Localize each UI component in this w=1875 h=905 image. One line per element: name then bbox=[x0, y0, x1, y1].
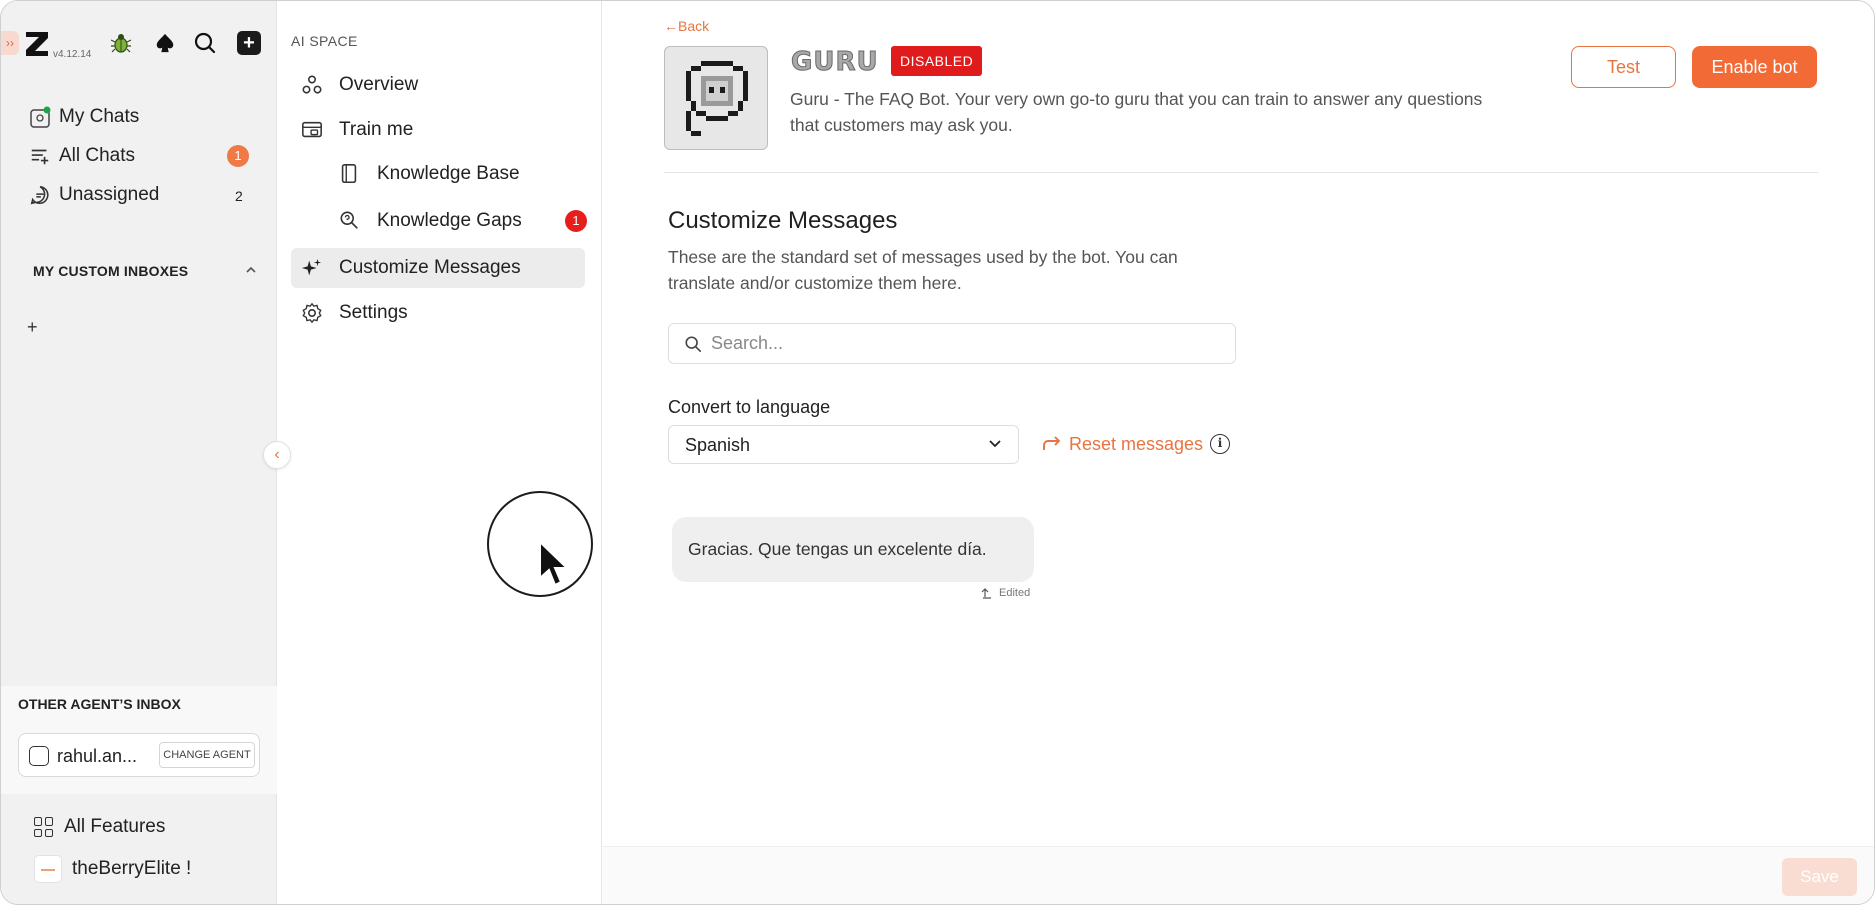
plus-icon: + bbox=[237, 31, 261, 55]
subnav-item-settings[interactable]: Settings bbox=[291, 293, 585, 333]
other-agent-inbox-title: OTHER AGENT’S INBOX bbox=[18, 696, 181, 712]
all-features-label: All Features bbox=[64, 816, 166, 837]
organization-switcher[interactable]: theBerryElite ! bbox=[34, 855, 191, 883]
agent-avatar bbox=[29, 746, 49, 766]
org-name: theBerryElite ! bbox=[72, 858, 192, 879]
my-chats-icon bbox=[29, 106, 55, 128]
cursor-highlight bbox=[487, 491, 593, 597]
enable-bot-button[interactable]: Enable bot bbox=[1692, 46, 1817, 88]
subnav-item-label: Knowledge Base bbox=[377, 163, 520, 184]
expand-sidebar-button[interactable]: ›› bbox=[1, 31, 19, 55]
language-label: Convert to language bbox=[668, 397, 831, 417]
overview-icon bbox=[301, 74, 323, 96]
bug-icon[interactable] bbox=[105, 27, 137, 59]
subnav-item-knowledge-gaps[interactable]: Knowledge Gaps 1 bbox=[291, 201, 587, 241]
new-chat-button[interactable]: + bbox=[233, 27, 265, 59]
collapse-sidebar-button[interactable]: ‹ bbox=[263, 441, 291, 469]
other-agent-inbox-panel: OTHER AGENT’S INBOX rahul.an... CHANGE A… bbox=[1, 686, 277, 794]
bot-description: Guru - The FAQ Bot. Your very own go-to … bbox=[790, 89, 1483, 135]
app-version: v4.12.14 bbox=[53, 49, 92, 60]
ai-space-nav: AI SPACE Overview Train me Knowledge Bas… bbox=[277, 1, 602, 904]
message-bubble[interactable]: Gracias. Que tengas un excelente día. bbox=[672, 517, 1034, 582]
change-agent-button[interactable]: CHANGE AGENT bbox=[159, 742, 255, 768]
subnav-item-label: Knowledge Gaps bbox=[377, 210, 522, 231]
search-icon bbox=[685, 336, 702, 353]
mouse-pointer-icon bbox=[539, 540, 570, 587]
test-button[interactable]: Test bbox=[1571, 46, 1676, 88]
search-icon[interactable] bbox=[189, 27, 221, 59]
edited-status: Edited bbox=[981, 587, 1030, 599]
gaps-icon bbox=[339, 210, 361, 232]
knowledge-gaps-badge: 1 bbox=[565, 210, 587, 232]
sidebar-item-all-chats[interactable]: All Chats bbox=[29, 141, 135, 171]
subnav-item-label: Settings bbox=[339, 302, 408, 323]
sidebar-item-my-chats[interactable]: My Chats bbox=[29, 102, 139, 132]
search-input[interactable] bbox=[711, 324, 1221, 363]
subnav-item-train-me[interactable]: Train me bbox=[291, 110, 585, 150]
edited-arrow-icon bbox=[981, 588, 991, 599]
all-features-link[interactable]: All Features bbox=[34, 813, 165, 841]
search-field bbox=[668, 323, 1236, 364]
subnav-item-overview[interactable]: Overview bbox=[291, 65, 585, 105]
gear-icon bbox=[301, 302, 323, 324]
chevron-down-icon bbox=[989, 440, 1001, 448]
info-icon[interactable]: i bbox=[1210, 434, 1231, 454]
app-window: ›› v4.12.14 + My Chats All Chats 1 Unass… bbox=[0, 0, 1875, 905]
filter-list-icon bbox=[29, 145, 55, 167]
book-icon bbox=[339, 163, 361, 185]
sidebar-item-label: Unassigned bbox=[59, 184, 160, 205]
agent-card: rahul.an... CHANGE AGENT bbox=[18, 733, 260, 777]
reset-messages-label: Reset messages bbox=[1069, 433, 1204, 454]
org-avatar bbox=[34, 855, 62, 883]
reset-messages-button[interactable]: Reset messages i bbox=[1041, 431, 1231, 457]
main-sidebar: ›› v4.12.14 + My Chats All Chats 1 Unass… bbox=[1, 1, 277, 904]
unassigned-count: 2 bbox=[235, 188, 243, 204]
unassigned-chat-icon bbox=[29, 184, 55, 206]
page-title: Customize Messages bbox=[668, 207, 898, 234]
subnav-item-label: Train me bbox=[339, 119, 414, 140]
sparkle-icon bbox=[301, 257, 323, 279]
subnav-item-label: Customize Messages bbox=[339, 257, 521, 278]
back-link[interactable]: ←Back bbox=[664, 18, 709, 34]
sidebar-item-label: My Chats bbox=[59, 106, 140, 127]
subnav-item-knowledge-base[interactable]: Knowledge Base bbox=[291, 154, 585, 194]
edited-label: Edited bbox=[999, 587, 1031, 599]
sidebar-item-unassigned[interactable]: Unassigned bbox=[29, 180, 159, 210]
sidebar-item-label: All Chats bbox=[59, 145, 136, 166]
sidebar-topbar: ›› v4.12.14 + bbox=[1, 23, 277, 63]
train-icon bbox=[301, 119, 323, 141]
header-divider bbox=[664, 172, 1818, 173]
agent-name: rahul.an... bbox=[57, 746, 138, 766]
bot-name-logo: GURU bbox=[791, 47, 879, 77]
footer-bar bbox=[603, 846, 1874, 904]
language-value: Spanish bbox=[685, 435, 751, 455]
guru-bot-avatar bbox=[664, 46, 768, 150]
redo-arrow-icon bbox=[1043, 436, 1061, 450]
message-text: Gracias. Que tengas un excelente día. bbox=[688, 539, 987, 559]
custom-inboxes-title: MY CUSTOM INBOXES bbox=[33, 263, 189, 279]
language-select[interactable]: Spanish bbox=[668, 425, 1019, 464]
chevron-up-icon[interactable] bbox=[245, 263, 257, 279]
subnav-item-label: Overview bbox=[339, 74, 419, 95]
ai-space-title: AI SPACE bbox=[291, 33, 358, 49]
all-chats-count-badge: 1 bbox=[227, 145, 249, 167]
status-badge: DISABLED bbox=[891, 46, 983, 76]
save-button[interactable]: Save bbox=[1782, 858, 1857, 896]
subnav-item-customize-messages[interactable]: Customize Messages bbox=[291, 248, 585, 288]
add-custom-inbox-button[interactable]: + bbox=[27, 317, 38, 338]
app-logo[interactable] bbox=[21, 27, 53, 59]
page-description: These are the standard set of messages u… bbox=[668, 247, 1178, 293]
grid-icon bbox=[34, 817, 54, 837]
spade-icon[interactable] bbox=[149, 27, 181, 59]
